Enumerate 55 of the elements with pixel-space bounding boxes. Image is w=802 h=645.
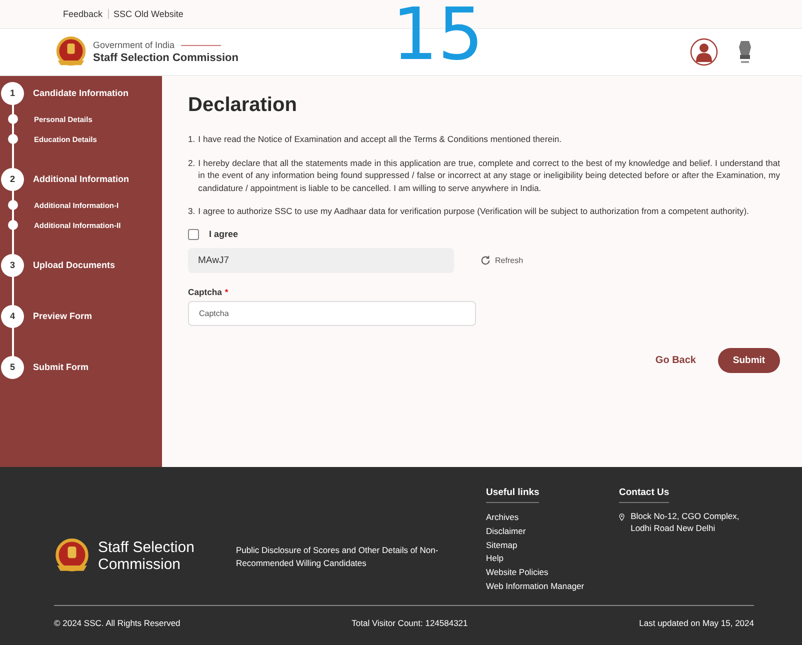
step-label[interactable]: Upload Documents: [33, 258, 129, 272]
page-heading: Declaration: [188, 94, 297, 117]
copyright-text: © 2024 SSC. All Rights Reserved: [54, 618, 180, 628]
footer-title: Staff Selection Commission: [98, 539, 196, 573]
visitor-count: Total Visitor Count: 124584321: [352, 618, 468, 628]
user-avatar-icon[interactable]: [690, 38, 718, 66]
list-number: 2.: [188, 156, 196, 170]
footer-heading: Contact Us: [619, 487, 670, 503]
go-back-button[interactable]: Go Back: [649, 354, 702, 366]
footer-link[interactable]: Help: [486, 552, 619, 566]
footer-link[interactable]: Archives: [486, 511, 619, 525]
step-number-circle: 5: [1, 356, 24, 378]
footer-link[interactable]: Web Information Manager: [486, 580, 619, 594]
step-label[interactable]: Candidate Information: [33, 86, 129, 100]
footer-link[interactable]: Website Policies: [486, 566, 619, 580]
list-number: 3.: [188, 205, 196, 218]
overlay-number: 15: [392, 0, 484, 76]
emblem-icon: [736, 39, 754, 65]
footer-heading: Useful links: [486, 487, 540, 503]
required-mark: *: [224, 286, 228, 296]
step-label[interactable]: Preview Form: [33, 310, 129, 322]
agree-checkbox[interactable]: [188, 228, 199, 240]
refresh-button[interactable]: Refresh: [474, 254, 530, 266]
substep-dot: [8, 200, 18, 210]
list-number: 1.: [188, 133, 196, 146]
step-number-circle: 2: [1, 168, 24, 190]
footer-link[interactable]: Disclaimer: [486, 524, 619, 539]
captcha-code: MAwJ7: [188, 248, 454, 272]
submit-button[interactable]: Submit: [718, 348, 780, 372]
emblem-logo: [55, 36, 87, 68]
last-updated: Last updated on May 15, 2024: [639, 618, 754, 628]
declaration-text: I hereby declare that all the statements made in this application are true, complete and correct to the best of my knowledge and belief. I understand that in the event of any information being found suppressed / false or incorrect at any stage or ineligibility being detected before or after the Examination, my candidature / appointment is liable to be cancelled. I am willing to serve anywhere in India.: [198, 156, 780, 194]
footer-emblem-logo: [54, 538, 90, 574]
header-subtitle: Government of India: [93, 40, 175, 50]
footer-link[interactable]: Sitemap: [486, 538, 619, 552]
refresh-icon: [480, 254, 491, 266]
top-link[interactable]: SSC Old Website: [108, 9, 188, 19]
substep-dot: [8, 114, 18, 124]
disclosure-link[interactable]: Public Disclosure of Scores and Other Details of Non-Recommended Willing Candidates: [236, 544, 466, 570]
header-title: Staff Selection Commission: [93, 52, 240, 64]
declaration-text: I agree to authorize SSC to use my Aadhaar data for verification purpose (Verification will be subject to authorization from a competent authority).: [198, 205, 749, 218]
substep-dot: [8, 220, 18, 230]
declaration-text: I have read the Notice of Examination and accept all the Terms & Conditions mentioned therein.: [198, 133, 562, 146]
agree-label: I agree: [209, 229, 238, 239]
location-pin-icon: [619, 511, 625, 523]
captcha-input-field[interactable]: Captcha: [188, 300, 476, 326]
step-number-circle: 3: [1, 254, 24, 276]
step-number-circle: 4: [1, 304, 24, 328]
substep-dot: [8, 134, 18, 144]
top-link[interactable]: Feedback: [58, 9, 108, 19]
field-label: Captcha: [188, 286, 222, 296]
step-number-circle: 1: [1, 82, 24, 104]
step-label[interactable]: Submit Form: [33, 360, 129, 374]
step-label[interactable]: Additional Information: [33, 172, 129, 186]
address-text: Block No-12, CGO Complex, Lodhi Road New Delhi: [630, 511, 740, 534]
